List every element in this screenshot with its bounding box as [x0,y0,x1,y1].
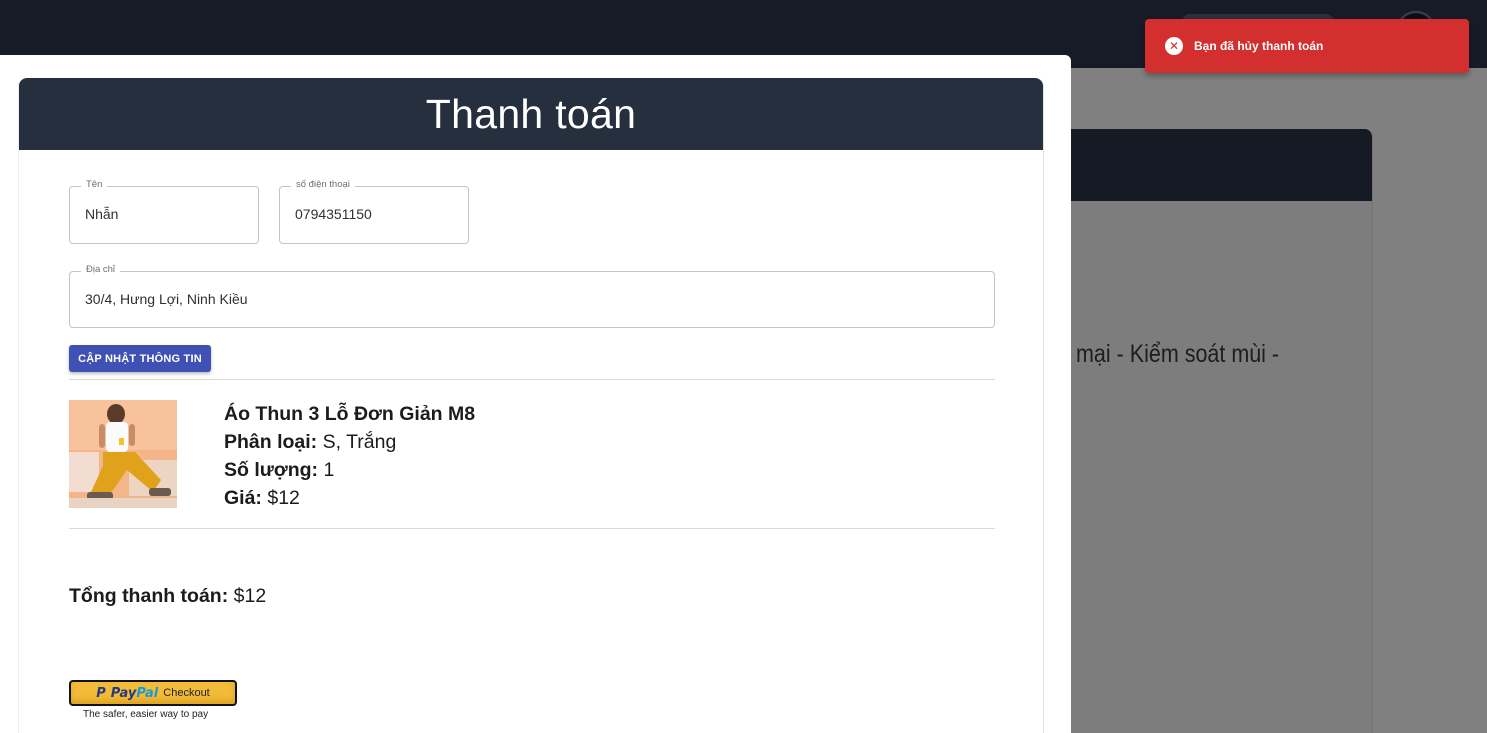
product-quantity: Số lượng: 1 [224,456,475,484]
paypal-pay: Pay [110,685,137,701]
toast-message: Bạn đã hủy thanh toán [1194,39,1324,53]
phone-field[interactable]: số điện thoại 0794351150 [279,179,469,244]
address-field[interactable]: Địa chỉ 30/4, Hưng Lợi, Ninh Kiều [69,264,995,328]
update-info-button[interactable]: CẬP NHẬT THÔNG TIN [69,345,211,372]
paypal-checkout-button[interactable]: P PayPal Checkout [69,680,237,706]
address-field-value[interactable]: 30/4, Hưng Lợi, Ninh Kiều [85,291,248,307]
product-info: Áo Thun 3 Lỗ Đơn Giản M8 Phân loại: S, T… [224,400,475,512]
divider [69,528,995,529]
paypal-logo-icon: P [96,685,106,701]
price-value: $12 [267,487,300,509]
order-total: Tổng thanh toán: $12 [69,585,266,608]
checkout-header: Thanh toán [19,78,1043,150]
variant-label: Phân loại: [224,431,318,453]
paypal-checkout-label: Checkout [163,687,210,699]
address-field-label: Địa chỉ [81,264,121,275]
quantity-label: Số lượng: [224,459,319,481]
page-title: Thanh toán [425,90,637,137]
total-value: $12 [233,585,267,607]
paypal-tagline: The safer, easier way to pay [83,709,209,720]
paypal-wordmark: PayPal [111,686,158,701]
error-toast[interactable]: ✕ Bạn đã hủy thanh toán [1145,19,1469,73]
quantity-value: 1 [323,459,335,481]
checkout-modal: Thanh toán Tên Nhẫn số điện thoại 079435… [0,55,1071,733]
phone-field-value[interactable]: 0794351150 [295,206,372,222]
background-product-title: mại - Kiểm soát mùi - [1076,340,1280,368]
product-variant: Phân loại: S, Trắng [224,428,475,456]
paypal-pal: Pal [136,685,159,701]
product-name: Áo Thun 3 Lỗ Đơn Giản M8 [224,403,476,425]
background-product-card [1040,129,1373,733]
variant-value: S, Trắng [322,431,397,453]
close-circle-icon: ✕ [1165,37,1183,55]
total-label: Tổng thanh toán: [69,585,229,607]
product-price: Giá: $12 [224,484,475,512]
name-field-value[interactable]: Nhẫn [85,206,118,222]
product-image [69,400,177,508]
phone-field-label: số điện thoại [291,179,355,190]
name-field[interactable]: Tên Nhẫn [69,179,259,244]
background-card-header [1040,129,1372,201]
checkout-card: Thanh toán Tên Nhẫn số điện thoại 079435… [18,78,1044,733]
price-label: Giá: [224,487,262,509]
name-field-label: Tên [81,179,108,190]
divider [69,379,995,380]
